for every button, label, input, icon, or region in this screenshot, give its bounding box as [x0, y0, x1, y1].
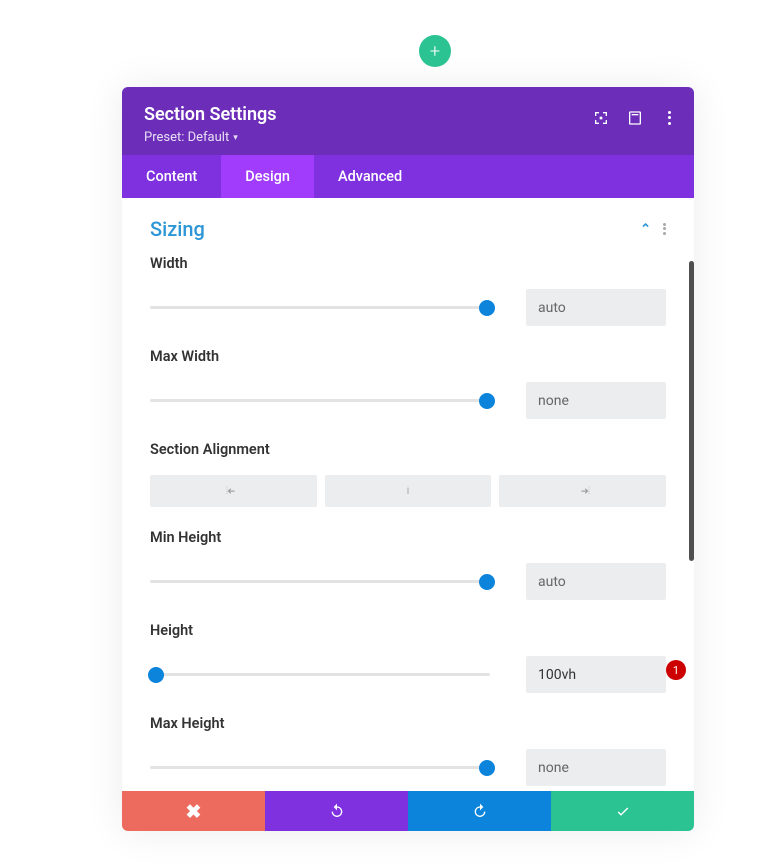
redo-icon	[472, 803, 488, 819]
height-badge: 1	[666, 660, 686, 680]
undo-button[interactable]	[265, 791, 408, 831]
more-icon[interactable]	[660, 109, 678, 127]
tab-bar: Content Design Advanced	[122, 155, 694, 198]
max-height-label: Max Height	[150, 715, 666, 732]
height-slider-thumb[interactable]	[148, 667, 164, 683]
field-alignment: Section Alignment	[150, 441, 666, 507]
header-icons	[592, 109, 678, 127]
close-icon: ✖	[186, 800, 202, 823]
responsive-icon[interactable]	[626, 109, 644, 127]
undo-icon	[329, 803, 345, 819]
cancel-button[interactable]: ✖	[122, 791, 265, 831]
tab-design[interactable]: Design	[221, 155, 314, 198]
width-label: Width	[150, 255, 666, 272]
height-label: Height	[150, 622, 666, 639]
panel-body: Sizing ⌃ Width Max Width	[122, 198, 694, 791]
height-slider[interactable]	[150, 667, 490, 683]
group-sizing-title: Sizing	[150, 217, 205, 241]
save-button[interactable]	[551, 791, 694, 831]
plus-icon: +	[430, 41, 440, 62]
tab-content[interactable]: Content	[122, 155, 221, 198]
field-max-height: Max Height	[150, 715, 666, 786]
max-width-label: Max Width	[150, 348, 666, 365]
min-height-slider[interactable]	[150, 574, 490, 590]
expand-icon[interactable]	[592, 109, 610, 127]
align-center-button[interactable]	[325, 475, 492, 507]
scrollbar[interactable]	[689, 261, 694, 561]
preset-selector[interactable]: Preset: Default	[144, 130, 672, 145]
align-left-button[interactable]	[150, 475, 317, 507]
alignment-label: Section Alignment	[150, 441, 666, 458]
field-min-height: Min Height	[150, 529, 666, 600]
max-height-slider[interactable]	[150, 760, 490, 776]
group-sizing: Sizing ⌃ Width Max Width	[122, 198, 694, 786]
width-input[interactable]	[526, 289, 666, 326]
min-height-label: Min Height	[150, 529, 666, 546]
max-width-slider-thumb[interactable]	[479, 393, 495, 409]
group-sizing-header[interactable]: Sizing ⌃	[150, 198, 666, 255]
tab-advanced[interactable]: Advanced	[314, 155, 426, 198]
field-height: Height 1	[150, 622, 666, 693]
field-max-width: Max Width	[150, 348, 666, 419]
panel-header: Section Settings Preset: Default	[122, 87, 694, 155]
align-right-button[interactable]	[499, 475, 666, 507]
width-slider-thumb[interactable]	[479, 300, 495, 316]
panel-footer: ✖	[122, 791, 694, 831]
check-icon	[615, 803, 631, 819]
redo-button[interactable]	[408, 791, 551, 831]
add-button[interactable]: +	[419, 35, 451, 67]
height-input[interactable]	[526, 656, 666, 693]
min-height-input[interactable]	[526, 563, 666, 600]
max-width-slider[interactable]	[150, 393, 490, 409]
settings-panel: Section Settings Preset: Default Content…	[122, 87, 694, 831]
min-height-slider-thumb[interactable]	[479, 574, 495, 590]
max-width-input[interactable]	[526, 382, 666, 419]
chevron-up-icon[interactable]: ⌃	[640, 222, 651, 237]
field-width: Width	[150, 255, 666, 326]
group-more-icon[interactable]	[663, 222, 666, 236]
max-height-slider-thumb[interactable]	[479, 760, 495, 776]
max-height-input[interactable]	[526, 749, 666, 786]
width-slider[interactable]	[150, 300, 490, 316]
